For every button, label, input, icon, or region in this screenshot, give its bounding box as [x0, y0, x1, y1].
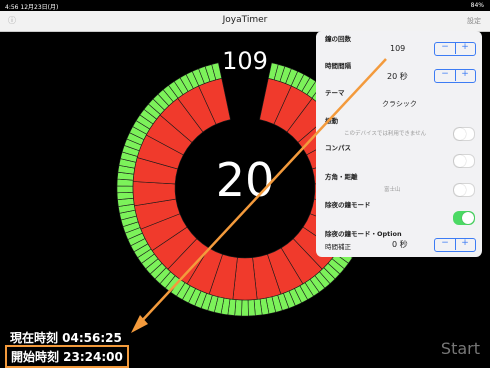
start-button[interactable]: Start	[441, 339, 480, 358]
direction-toggle[interactable]	[453, 183, 475, 197]
theme-value[interactable]: クラシック	[382, 99, 417, 109]
increment-button[interactable]: +	[455, 42, 475, 52]
time-correction-label: 時間補正	[325, 243, 351, 251]
decrement-button[interactable]: −	[435, 42, 456, 54]
settings-popover: 鐘の回数 109 − + 時間間隔 20 秒 − + テーマ クラシック 振動 …	[316, 31, 482, 257]
start-time: 開始時刻 23:24:00	[5, 345, 129, 368]
direction-note: 富士山	[384, 187, 401, 193]
time-correction-value: 0 秒	[392, 240, 408, 249]
vibration-note: このデバイスでは利用できません	[344, 131, 427, 137]
increment-button[interactable]: +	[455, 238, 475, 248]
joya-option-label: 除夜の鐘モード・Option	[325, 230, 402, 238]
increment-button[interactable]: +	[455, 69, 475, 79]
decrement-button[interactable]: −	[435, 238, 456, 250]
time-correction-stepper[interactable]: − +	[434, 238, 476, 252]
joya-mode-label: 除夜の鐘モード	[325, 201, 371, 209]
bell-count-value: 109	[390, 44, 406, 53]
decrement-button[interactable]: −	[435, 69, 456, 81]
vibration-label: 振動	[325, 117, 338, 125]
outer-bell-segment	[116, 191, 134, 200]
outer-bell-segment	[247, 299, 256, 317]
bell-count-label: 鐘の回数	[325, 35, 351, 43]
theme-label: テーマ	[325, 89, 345, 97]
direction-label: 方角・距離	[325, 173, 358, 181]
interval-label: 時間間隔	[325, 62, 351, 70]
current-time: 現在時刻 04:56:25	[10, 331, 122, 345]
interval-seconds: 20	[215, 153, 275, 207]
joya-mode-toggle[interactable]	[453, 211, 475, 225]
outer-bell-segment	[241, 299, 249, 317]
interval-stepper[interactable]: − +	[434, 69, 476, 83]
vibration-toggle[interactable]	[453, 127, 475, 141]
interval-value: 20 秒	[387, 72, 408, 81]
outer-bell-segment	[116, 185, 134, 194]
bell-count: 109	[222, 47, 268, 75]
bell-count-stepper[interactable]: − +	[434, 42, 476, 56]
compass-toggle[interactable]	[453, 154, 475, 168]
compass-label: コンパス	[325, 144, 351, 152]
